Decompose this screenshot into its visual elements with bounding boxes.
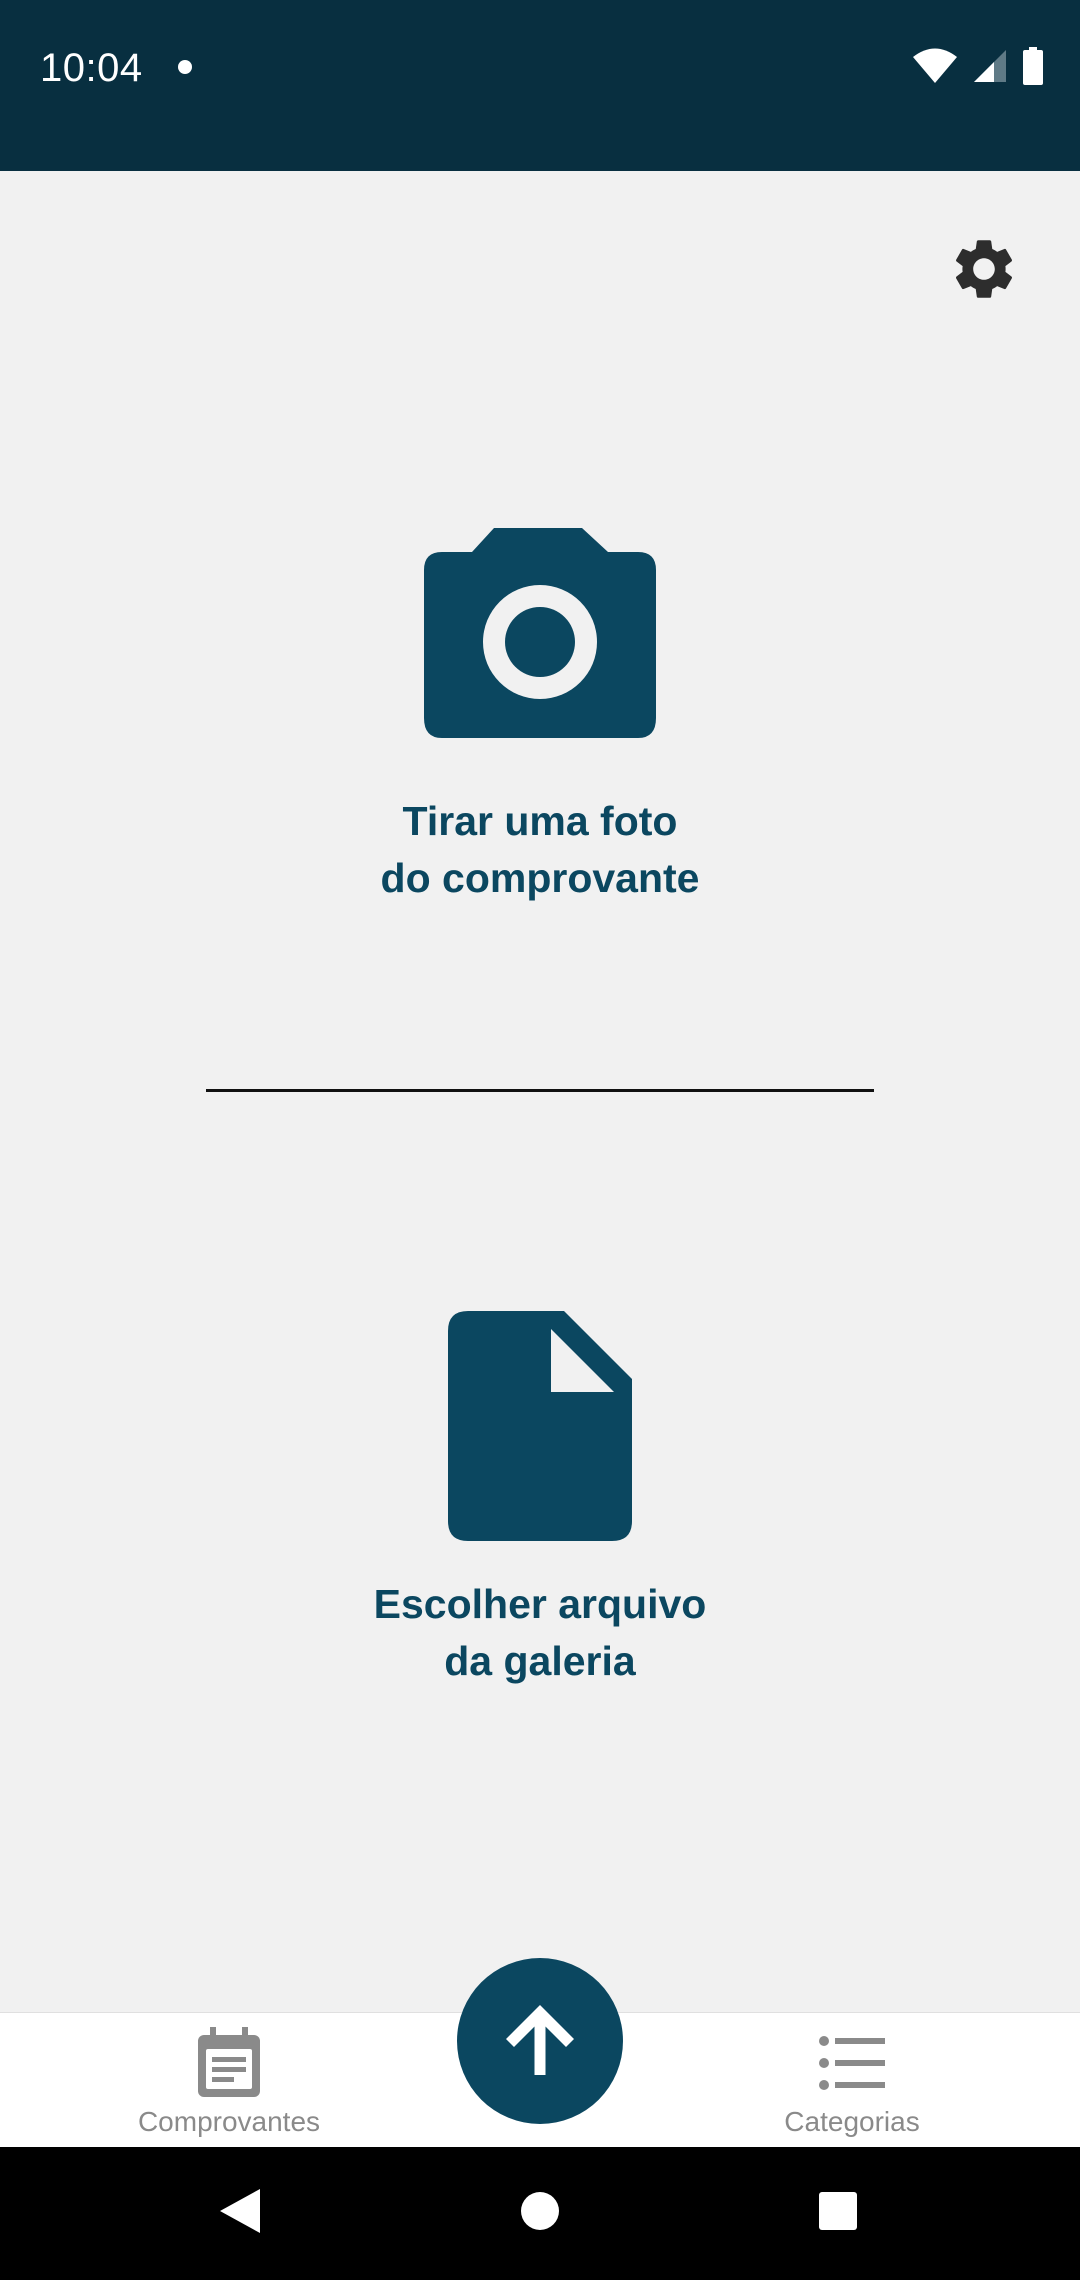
nav-item-comprovantes[interactable]: Comprovantes: [99, 2013, 359, 2148]
take-photo-label-line2: do comprovante: [380, 855, 700, 901]
signal-icon: [972, 48, 1008, 89]
nav-item-categorias[interactable]: Categorias: [722, 2013, 982, 2148]
status-time: 10:04: [40, 46, 143, 90]
home-icon: [519, 2190, 561, 2237]
choose-from-gallery-label: Escolher arquivo da galeria: [374, 1576, 707, 1690]
choose-from-gallery-label-line1: Escolher arquivo: [373, 1581, 707, 1627]
calendar-receipt-icon: [196, 2025, 262, 2101]
system-home-button[interactable]: [500, 2177, 580, 2249]
system-navigation-bar: [0, 2147, 1080, 2280]
choose-from-gallery-label-line2: da galeria: [444, 1638, 636, 1684]
system-back-button[interactable]: [200, 2177, 280, 2249]
back-icon: [218, 2187, 262, 2240]
arrow-up-icon: [500, 1999, 580, 2084]
file-icon: [448, 1311, 632, 1546]
take-photo-button[interactable]: Tirar uma foto do comprovante: [0, 528, 1080, 907]
list-icon: [819, 2025, 885, 2101]
notification-dot-icon: [178, 60, 192, 74]
battery-icon: [1022, 46, 1044, 90]
settings-button[interactable]: [940, 227, 1028, 315]
recents-icon: [817, 2190, 859, 2237]
main-content: Tirar uma foto do comprovante Escolher a…: [0, 171, 1080, 2012]
status-icons: [912, 46, 1044, 90]
system-recents-button[interactable]: [798, 2177, 878, 2249]
gear-icon: [948, 233, 1020, 310]
take-photo-label-line1: Tirar uma foto: [402, 798, 678, 844]
section-divider: [206, 1089, 874, 1092]
nav-label-categorias: Categorias: [784, 2106, 920, 2137]
wifi-icon: [912, 48, 958, 89]
nav-label-comprovantes: Comprovantes: [137, 2106, 321, 2137]
status-bar: 10:04: [0, 0, 1080, 171]
upload-fab-button[interactable]: [457, 1958, 623, 2124]
choose-from-gallery-button[interactable]: Escolher arquivo da galeria: [0, 1311, 1080, 1690]
camera-icon: [424, 528, 656, 743]
take-photo-label: Tirar uma foto do comprovante: [381, 793, 700, 907]
